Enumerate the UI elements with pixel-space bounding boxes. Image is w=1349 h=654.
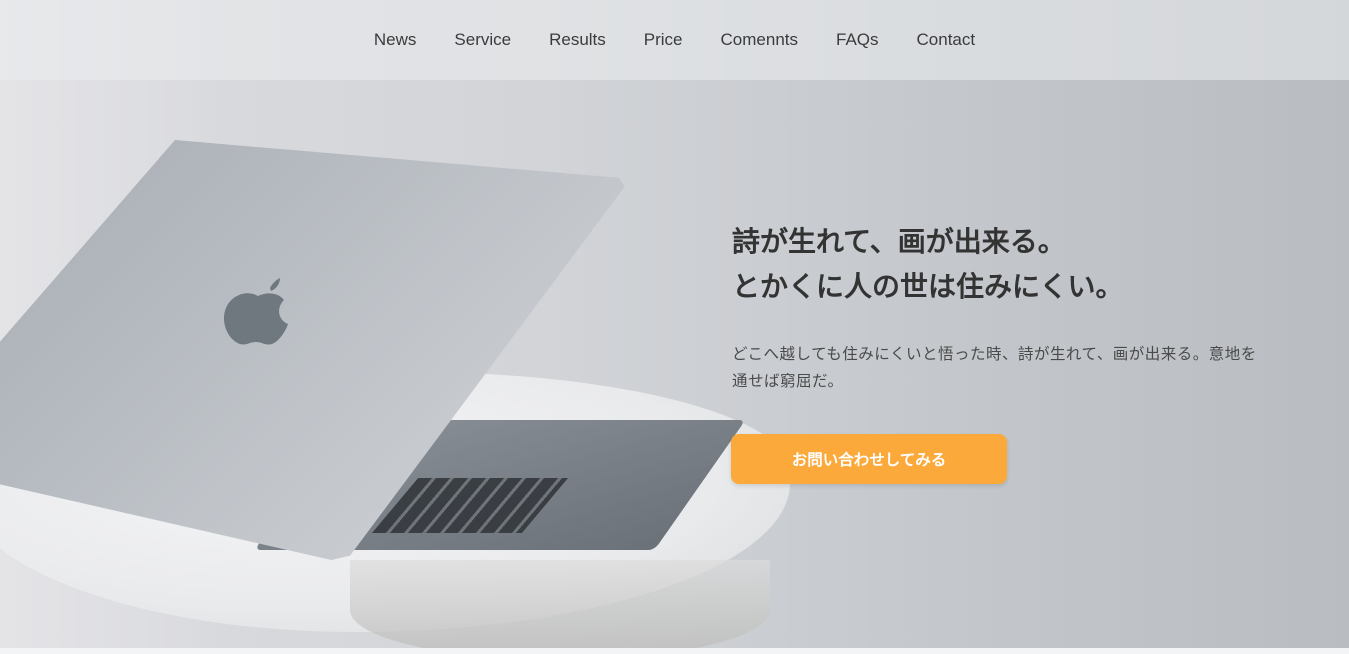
nav-item-results[interactable]: Results <box>549 30 606 50</box>
page-bottom-edge <box>0 648 1349 654</box>
nav-item-comments[interactable]: Comennts <box>721 30 798 50</box>
hero-heading-line-2: とかくに人の世は住みにくい。 <box>732 270 1124 303</box>
site-header: News Service Results Price Comennts FAQs… <box>0 0 1349 80</box>
nav-item-service[interactable]: Service <box>454 30 511 50</box>
nav-item-contact[interactable]: Contact <box>917 30 976 50</box>
contact-cta-button[interactable]: お問い合わせしてみる <box>731 434 1007 484</box>
nav-item-news[interactable]: News <box>374 30 417 50</box>
main-nav: News Service Results Price Comennts FAQs… <box>0 0 1349 80</box>
hero-body-text: どこへ越しても住みにくいと悟った時、詩が生れて、画が出来る。意地を通せば窮屈だ。 <box>732 345 1257 390</box>
nav-item-price[interactable]: Price <box>644 30 683 50</box>
hero-heading-line-1: 詩が生れて、画が出来る。 <box>732 225 1066 258</box>
apple-logo-icon <box>223 278 288 345</box>
hero-section: News Service Results Price Comennts FAQs… <box>0 0 1349 648</box>
stool-shadow <box>350 560 770 648</box>
hero-heading: 詩が生れて、画が出来る。 とかくに人の世は住みにくい。 <box>732 219 1252 309</box>
nav-item-faqs[interactable]: FAQs <box>836 30 879 50</box>
